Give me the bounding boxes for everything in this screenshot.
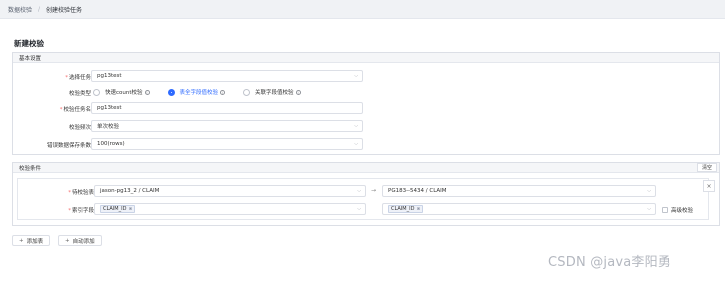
plus-icon: + — [65, 237, 70, 244]
radio-fast-count[interactable]: 快速count校验 i — [93, 88, 150, 96]
required-mark: * — [68, 190, 71, 196]
section-header-conditions: 校验条件 清空 — [13, 163, 719, 173]
target-index-tag[interactable]: CLAIM_ID ⊗ — [388, 205, 424, 213]
advanced-check-checkbox[interactable]: 高级校验 — [662, 206, 693, 214]
source-table-value: jason-pg13_2 / CLAIM — [100, 188, 160, 194]
rule-row: *待校验表 jason-pg13_2 / CLAIM ⌵ → PG183--54… — [17, 178, 709, 220]
task-select-value: pg13test — [97, 73, 122, 79]
task-name-value: pg13test — [97, 105, 122, 111]
info-icon[interactable]: i — [220, 89, 226, 95]
chevron-down-icon: ⌵ — [354, 123, 358, 129]
info-icon[interactable]: i — [295, 89, 301, 95]
breadcrumb-separator: / — [38, 5, 41, 13]
basic-settings-section: 基本设置 *选择任务 pg13test ⌵ 校验类型 快速count校验 i 表… — [12, 52, 720, 155]
breadcrumb-item-create-task: 创建校验任务 — [46, 6, 83, 14]
page-title: 新建校验 — [14, 39, 44, 48]
task-name-label: *校验任务名 — [59, 107, 91, 113]
type-label: 校验类型 — [68, 91, 91, 97]
watermark: CSDN @java李阳勇 — [548, 255, 672, 270]
error-limit-select[interactable]: 100(rows) ⌵ — [91, 138, 363, 150]
radio-related-field[interactable]: 关联字段值校验 i — [243, 88, 301, 96]
chevron-down-icon: ⌵ — [354, 141, 358, 147]
add-table-button[interactable]: + 添加表 — [12, 235, 51, 246]
target-index-select[interactable]: CLAIM_ID ⊗ ⌵ — [382, 203, 656, 215]
source-table-label: *待校验表 — [68, 190, 94, 196]
target-table-value: PG183--5434 / CLAIM — [388, 188, 447, 194]
source-index-select[interactable]: CLAIM_ID ⊗ ⌵ — [94, 203, 366, 215]
tag-close-icon[interactable]: ⊗ — [416, 207, 420, 212]
radio-dot — [93, 88, 100, 96]
task-label: *选择任务 — [65, 75, 91, 81]
required-mark: * — [65, 75, 68, 81]
source-index-tag[interactable]: CLAIM_ID ⊗ — [100, 205, 136, 213]
task-name-input[interactable]: pg13test — [91, 102, 363, 114]
radio-label: 关联字段值校验 — [255, 90, 294, 96]
radio-label: 表全字段值校验 — [179, 90, 219, 96]
error-limit-label: 错误数据保存条数 — [46, 143, 91, 149]
target-table-select[interactable]: PG183--5434 / CLAIM ⌵ — [382, 185, 656, 197]
breadcrumb: 数据校验 / 创建校验任务 — [0, 0, 725, 19]
chevron-down-icon: ⌵ — [357, 206, 361, 212]
error-limit-value: 100(rows) — [97, 141, 125, 147]
source-table-select[interactable]: jason-pg13_2 / CLAIM ⌵ — [94, 185, 366, 197]
section-header-basic: 基本设置 — [13, 53, 719, 63]
required-mark: * — [68, 208, 71, 214]
plus-icon: + — [19, 237, 24, 244]
frequency-label: 校验频次 — [68, 125, 91, 131]
remove-rule-button[interactable]: × — [703, 180, 715, 192]
checkbox-box — [662, 207, 668, 213]
radio-label: 快速count校验 — [105, 90, 143, 96]
check-type-radio-group: 快速count校验 i 表全字段值校验 i 关联字段值校验 i — [93, 88, 319, 96]
radio-dot-selected — [167, 88, 175, 96]
chevron-down-icon: ⌵ — [647, 188, 651, 194]
breadcrumb-item-data-check[interactable]: 数据校验 — [8, 5, 32, 14]
radio-full-field[interactable]: 表全字段值校验 i — [167, 88, 226, 96]
auto-add-button[interactable]: + 自动添加 — [58, 235, 102, 246]
clear-button[interactable]: 清空 — [696, 163, 717, 172]
tag-close-icon[interactable]: ⊗ — [128, 207, 132, 212]
index-field-label: *索引字段 — [68, 208, 94, 214]
task-select[interactable]: pg13test ⌵ — [91, 70, 363, 82]
advanced-check-label: 高级校验 — [671, 208, 694, 214]
conditions-section: 校验条件 清空 *待校验表 jason-pg13_2 / CLAIM ⌵ → P… — [12, 162, 720, 226]
info-icon[interactable]: i — [144, 89, 150, 95]
frequency-value: 单次校验 — [97, 124, 120, 130]
frequency-select[interactable]: 单次校验 ⌵ — [91, 120, 363, 132]
chevron-down-icon: ⌵ — [354, 73, 358, 79]
arrow-right-icon: → — [371, 187, 377, 194]
chevron-down-icon: ⌵ — [357, 188, 361, 194]
chevron-down-icon: ⌵ — [647, 206, 651, 212]
radio-dot — [243, 88, 251, 96]
